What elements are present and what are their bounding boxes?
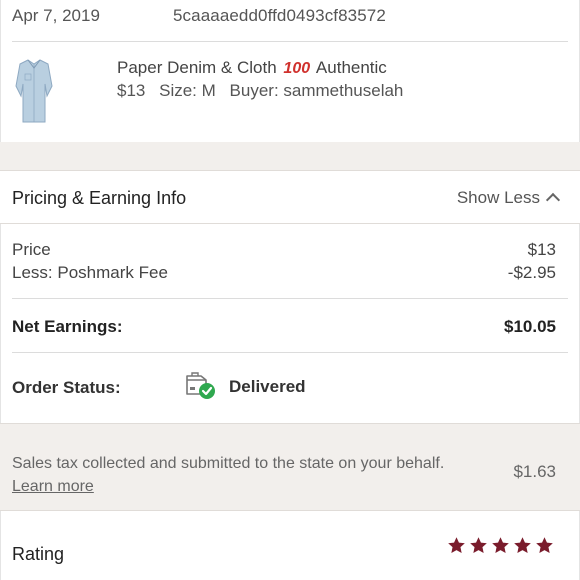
net-earnings-label: Net Earnings: bbox=[12, 317, 123, 336]
rating-stars bbox=[447, 536, 554, 558]
show-less-toggle[interactable]: Show Less bbox=[456, 188, 561, 208]
chevron-up-icon bbox=[545, 192, 561, 208]
show-less-label: Show Less bbox=[456, 188, 540, 207]
star-icon bbox=[470, 537, 487, 554]
item-size: Size: M bbox=[159, 81, 216, 100]
item-price: $13 bbox=[117, 81, 146, 100]
price-label: Price bbox=[12, 240, 51, 259]
net-earnings-value: $10.05 bbox=[504, 317, 556, 336]
fee-label: Less: Poshmark Fee bbox=[12, 263, 168, 282]
divider bbox=[12, 298, 568, 299]
star-icon bbox=[448, 537, 465, 554]
item-meta: $13 Size: M Buyer: sammethuselah bbox=[117, 81, 412, 101]
star-icon bbox=[536, 537, 553, 554]
package-delivered-icon bbox=[186, 372, 215, 399]
item-authenticity: Authentic bbox=[315, 58, 387, 77]
sales-tax-text: Sales tax collected and submitted to the… bbox=[12, 455, 445, 472]
pricing-section-header[interactable]: Pricing & Earning Info Show Less bbox=[0, 170, 580, 224]
order-header: Apr 7, 2019 5caaaaedd0ffd0493cf83572 bbox=[0, 0, 580, 42]
order-status-value: Delivered bbox=[229, 377, 306, 396]
divider bbox=[12, 352, 568, 353]
item-buyer: Buyer: sammethuselah bbox=[229, 81, 404, 100]
sales-tax-note: Sales tax collected and submitted to the… bbox=[12, 452, 462, 498]
pricing-section-title: Pricing & Earning Info bbox=[12, 188, 187, 208]
sales-tax-amount: $1.63 bbox=[513, 462, 556, 481]
order-item[interactable]: Paper Denim & Cloth 100 Authentic $13 Si… bbox=[0, 42, 580, 142]
price-value: $13 bbox=[527, 240, 556, 259]
star-icon bbox=[492, 537, 509, 554]
order-id: 5caaaaedd0ffd0493cf83572 bbox=[173, 6, 386, 25]
section-spacer bbox=[0, 142, 580, 170]
rating-label: Rating bbox=[12, 544, 65, 564]
item-thumbnail[interactable] bbox=[12, 56, 56, 126]
order-status-label: Order Status: bbox=[12, 378, 121, 397]
hundred-points-icon: 100 bbox=[283, 60, 311, 77]
item-brand: Paper Denim & Cloth bbox=[117, 58, 277, 77]
star-icon bbox=[514, 537, 531, 554]
fee-value: -$2.95 bbox=[507, 263, 556, 282]
order-date: Apr 7, 2019 bbox=[12, 6, 100, 25]
learn-more-link[interactable]: Learn more bbox=[12, 478, 94, 495]
item-title[interactable]: Paper Denim & Cloth 100 Authentic bbox=[117, 58, 387, 78]
